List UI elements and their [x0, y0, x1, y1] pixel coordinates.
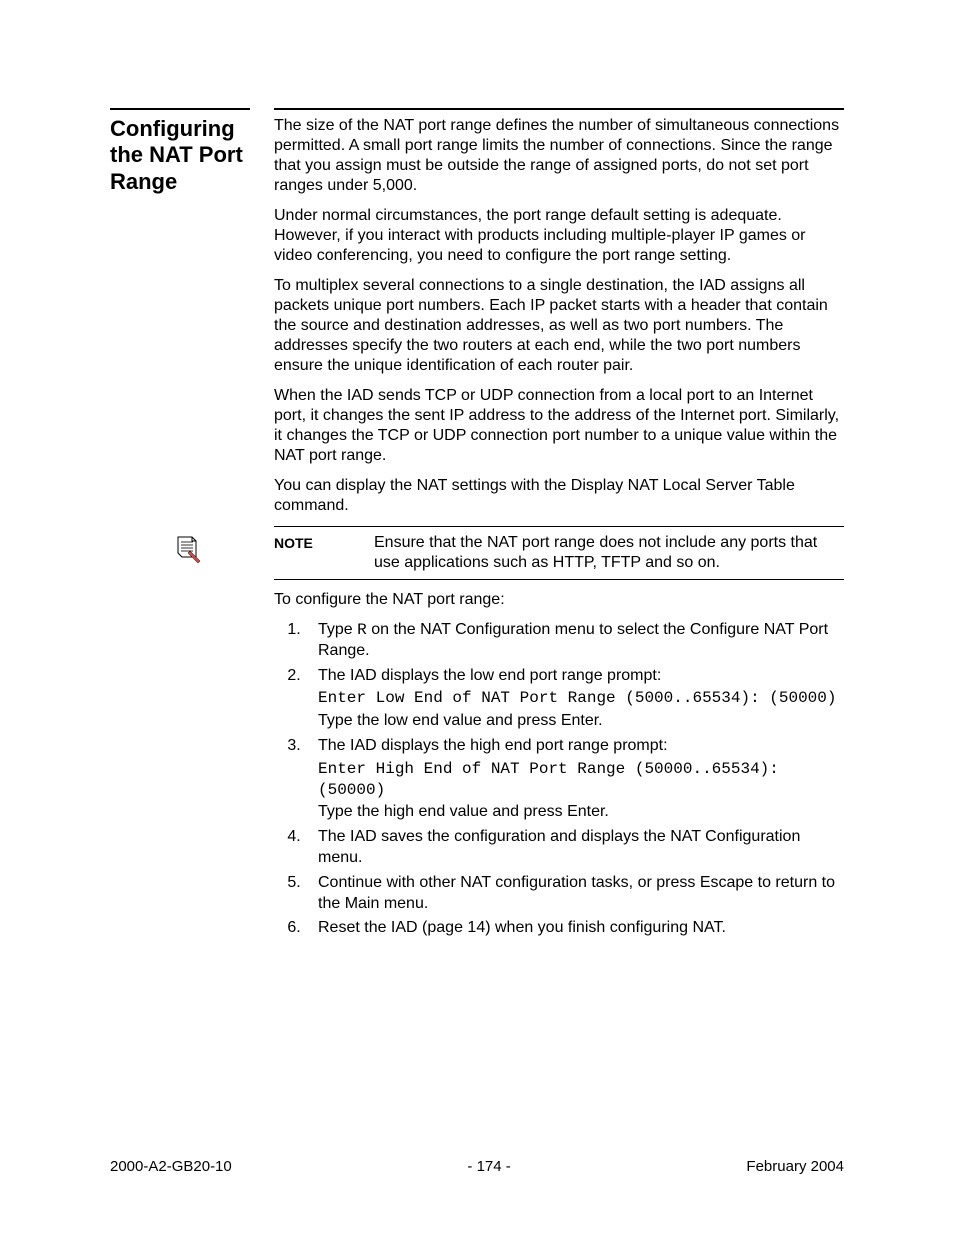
step-item: Type R on the NAT Configuration menu to … — [314, 620, 844, 662]
note-box: NOTE Ensure that the NAT port range does… — [274, 526, 844, 580]
step-item: The IAD saves the configuration and disp… — [314, 827, 844, 869]
step-text: Type — [318, 621, 357, 638]
body-column: The size of the NAT port range defines t… — [274, 108, 844, 943]
note-label: NOTE — [274, 533, 374, 573]
paragraph: To multiplex several connections to a si… — [274, 276, 844, 376]
steps-list: Type R on the NAT Configuration menu to … — [274, 620, 844, 939]
step-item: The IAD displays the high end port range… — [314, 736, 844, 823]
footer-date: February 2004 — [746, 1158, 844, 1175]
code-block: Enter Low End of NAT Port Range (5000..6… — [318, 688, 844, 709]
paragraph: You can display the NAT settings with th… — [274, 476, 844, 516]
page-footer: 2000-A2-GB20-10 - 174 - February 2004 — [110, 1158, 844, 1175]
footer-doc-id: 2000-A2-GB20-10 — [110, 1158, 232, 1175]
step-text: Type the low end value and press Enter. — [318, 711, 844, 732]
step-item: Continue with other NAT configuration ta… — [314, 873, 844, 915]
inline-code: R — [357, 621, 367, 639]
step-item: The IAD displays the low end port range … — [314, 666, 844, 732]
step-text: Continue with other NAT configuration ta… — [318, 874, 835, 912]
paragraph: When the IAD sends TCP or UDP connection… — [274, 386, 844, 466]
note-icon — [172, 533, 202, 568]
step-item: Reset the IAD (page 14) when you finish … — [314, 918, 844, 939]
code-block: Enter High End of NAT Port Range (50000.… — [318, 759, 844, 801]
step-text: The IAD saves the configuration and disp… — [318, 828, 800, 866]
instructions-intro: To configure the NAT port range: — [274, 590, 844, 610]
step-text: Type the high end value and press Enter. — [318, 802, 844, 823]
step-text: on the NAT Configuration menu to select … — [318, 621, 828, 659]
paragraph: Under normal circumstances, the port ran… — [274, 206, 844, 266]
main-content: Configuring the NAT Port Range The size … — [110, 108, 844, 943]
step-text: The IAD displays the low end port range … — [318, 667, 661, 684]
document-page: Configuring the NAT Port Range The size … — [0, 0, 954, 1235]
section-heading: Configuring the NAT Port Range — [110, 108, 250, 195]
note-text: Ensure that the NAT port range does not … — [374, 533, 844, 573]
footer-page-number: - 174 - — [467, 1158, 510, 1175]
paragraph: The size of the NAT port range defines t… — [274, 116, 844, 196]
side-column: Configuring the NAT Port Range — [110, 108, 250, 943]
step-text: Reset the IAD (page 14) when you finish … — [318, 919, 726, 936]
step-text: The IAD displays the high end port range… — [318, 737, 668, 754]
